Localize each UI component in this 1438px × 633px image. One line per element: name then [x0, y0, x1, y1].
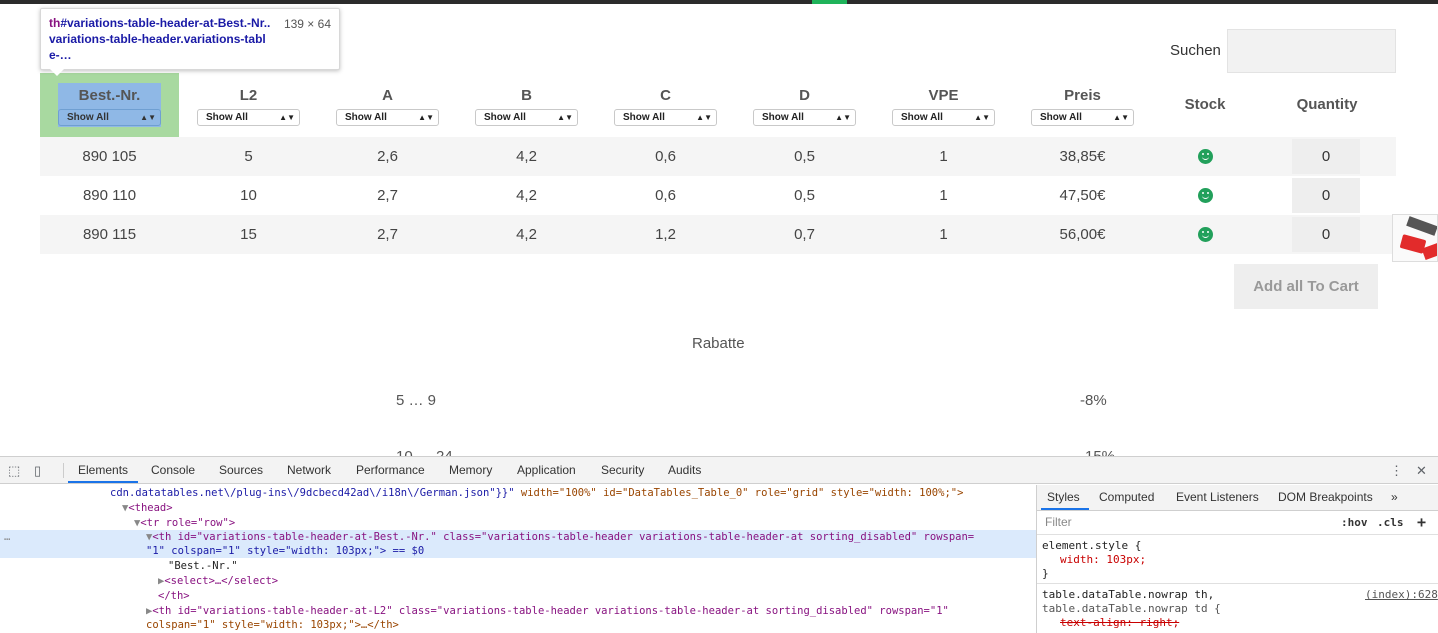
- dom-line[interactable]: ▼<tr role="row">: [134, 516, 235, 530]
- tab-application[interactable]: Application: [517, 463, 576, 477]
- source-link[interactable]: (index):628: [1365, 588, 1438, 602]
- discount-value: -8%: [1080, 392, 1107, 409]
- page-content: Suchen Best.-Nr. Show All ▲▼ L2 Show All ▲…: [0, 4, 1438, 456]
- header-label: Best.-Nr.: [78, 87, 141, 104]
- product-thumbnail[interactable]: [1392, 214, 1438, 262]
- search-input[interactable]: [1227, 29, 1396, 73]
- discount-value: -15%: [1080, 448, 1115, 456]
- tab-security[interactable]: Security: [601, 463, 644, 477]
- filter-select-l2[interactable]: Show All ▲▼: [197, 109, 300, 126]
- rabatte-title: Rabatte: [692, 335, 745, 352]
- header-best-nr: Best.-Nr. Show All ▲▼: [40, 73, 179, 137]
- filter-select-b[interactable]: Show All ▲▼: [475, 109, 578, 126]
- header-l2: L2 Show All ▲▼: [179, 73, 318, 137]
- select-arrows-icon: ▲▼: [696, 113, 712, 122]
- tab-styles[interactable]: Styles: [1047, 490, 1080, 504]
- tab-console[interactable]: Console: [151, 463, 195, 477]
- in-stock-smiley-icon: [1198, 227, 1213, 242]
- dom-line[interactable]: "Best.-Nr.": [168, 559, 238, 573]
- tab-dom-breakpoints[interactable]: DOM Breakpoints: [1278, 490, 1373, 504]
- tab-elements[interactable]: Elements: [78, 463, 128, 477]
- styles-filter-bar: Filter :hov .cls +: [1037, 511, 1438, 535]
- table-row: 890 105 5 2,6 4,2 0,6 0,5 1 38,85€ 0: [40, 137, 1396, 176]
- select-arrows-icon: ▲▼: [418, 113, 434, 122]
- select-arrows-icon: ▲▼: [279, 113, 295, 122]
- quantity-input[interactable]: 0: [1292, 178, 1360, 213]
- dom-line[interactable]: colspan="1" style="width: 103px;">…</th>: [146, 618, 399, 632]
- table-row: 890 115 15 2,7 4,2 1,2 0,7 1 56,00€ 0: [40, 215, 1396, 254]
- dom-line[interactable]: ▶<select>…</select>: [158, 574, 278, 588]
- tab-event-listeners[interactable]: Event Listeners: [1176, 490, 1259, 504]
- tab-computed[interactable]: Computed: [1099, 490, 1154, 504]
- inspect-element-icon[interactable]: ⬚: [8, 463, 20, 479]
- devtools-panel: ⬚ ▯ Elements Console Sources Network Per…: [0, 456, 1438, 633]
- header-preis: Preis Show All ▲▼: [1013, 73, 1152, 137]
- filter-select-best-nr[interactable]: Show All ▲▼: [58, 109, 161, 126]
- select-arrows-icon: ▲▼: [557, 113, 573, 122]
- filter-select-vpe[interactable]: Show All ▲▼: [892, 109, 995, 126]
- header-a: A Show All ▲▼: [318, 73, 457, 137]
- hov-toggle[interactable]: :hov: [1341, 516, 1368, 529]
- search-label: Suchen: [1170, 42, 1221, 59]
- dom-line[interactable]: ▼<thead>: [122, 501, 173, 515]
- quantity-input[interactable]: 0: [1292, 217, 1360, 252]
- header-d: D Show All ▲▼: [735, 73, 874, 137]
- dom-line[interactable]: ▶<th id="variations-table-header-at-L2" …: [146, 604, 949, 618]
- header-c: C Show All ▲▼: [596, 73, 735, 137]
- tab-network[interactable]: Network: [287, 463, 331, 477]
- table-row: 890 110 10 2,7 4,2 0,6 0,5 1 47,50€ 0: [40, 176, 1396, 215]
- dom-line[interactable]: ▼<th id="variations-table-header-at-Best…: [146, 530, 974, 544]
- discount-range: 5 … 9: [396, 392, 437, 409]
- in-stock-smiley-icon: [1198, 188, 1213, 203]
- styles-filter-input[interactable]: Filter: [1042, 515, 1330, 531]
- styles-pane: Styles Computed Event Listeners DOM Brea…: [1036, 485, 1438, 633]
- tab-performance[interactable]: Performance: [356, 463, 425, 477]
- header-stock: Stock: [1184, 96, 1226, 113]
- discount-range: 10 … 24: [396, 448, 453, 456]
- tab-memory[interactable]: Memory: [449, 463, 492, 477]
- close-icon[interactable]: ✕: [1416, 463, 1427, 479]
- filter-select-a[interactable]: Show All ▲▼: [336, 109, 439, 126]
- select-arrows-icon: ▲▼: [835, 113, 851, 122]
- more-tabs-icon[interactable]: »: [1391, 490, 1398, 504]
- more-options-icon[interactable]: ⋮: [1390, 463, 1403, 479]
- header-b: B Show All ▲▼: [457, 73, 596, 137]
- add-all-to-cart-button[interactable]: Add all To Cart: [1234, 264, 1378, 309]
- inspector-tooltip: th#variations-table-header-at-Best.-Nr..…: [40, 8, 340, 70]
- filter-select-c[interactable]: Show All ▲▼: [614, 109, 717, 126]
- tooltip-arrow: [50, 69, 64, 76]
- quantity-input[interactable]: 0: [1292, 139, 1360, 174]
- in-stock-smiley-icon: [1198, 149, 1213, 164]
- dom-line[interactable]: "1" colspan="1" style="width: 103px;"> =…: [146, 544, 424, 558]
- dom-line[interactable]: cdn.datatables.net\/plug-ins\/9dcbecd42a…: [110, 486, 963, 500]
- tab-audits[interactable]: Audits: [668, 463, 701, 477]
- tab-sources[interactable]: Sources: [219, 463, 263, 477]
- elements-tree: cdn.datatables.net\/plug-ins\/9dcbecd42a…: [0, 485, 1036, 633]
- device-toolbar-icon[interactable]: ▯: [34, 463, 41, 479]
- filter-select-preis[interactable]: Show All ▲▼: [1031, 109, 1134, 126]
- styles-tab-bar: Styles Computed Event Listeners DOM Brea…: [1037, 485, 1438, 511]
- element-size: 139 × 64: [283, 17, 331, 31]
- dom-line[interactable]: </th>: [158, 589, 190, 603]
- select-arrows-icon: ▲▼: [140, 113, 156, 122]
- filter-select-d[interactable]: Show All ▲▼: [753, 109, 856, 126]
- header-vpe: VPE Show All ▲▼: [874, 73, 1013, 137]
- header-quantity: Quantity: [1296, 96, 1358, 113]
- add-rule-icon[interactable]: +: [1417, 513, 1426, 531]
- devtools-tab-bar: ⬚ ▯ Elements Console Sources Network Per…: [0, 457, 1438, 484]
- cls-toggle[interactable]: .cls: [1377, 516, 1404, 529]
- ellipsis-icon: …: [4, 531, 11, 543]
- select-arrows-icon: ▲▼: [974, 113, 990, 122]
- select-arrows-icon: ▲▼: [1113, 113, 1129, 122]
